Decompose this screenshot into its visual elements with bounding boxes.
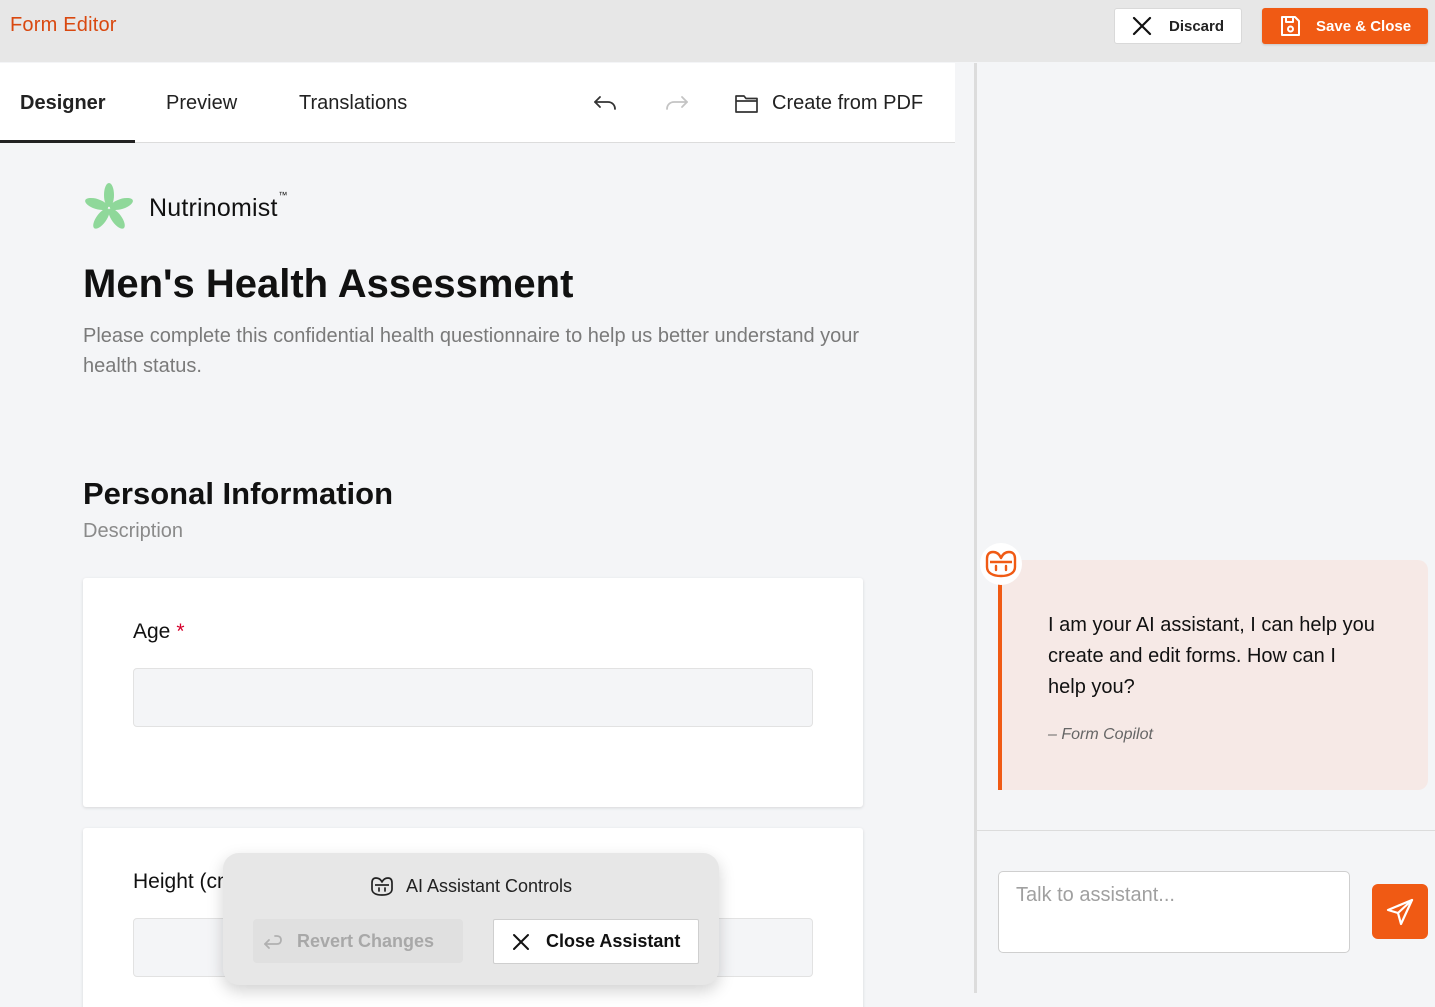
close-icon xyxy=(1132,16,1152,36)
discard-label: Discard xyxy=(1169,17,1225,35)
return-arrow-icon xyxy=(264,935,282,949)
top-bar: Form Editor Discard Save & Close xyxy=(0,0,1435,62)
editor-header: Designer Preview Translations Create fro… xyxy=(0,63,955,143)
chat-input[interactable] xyxy=(998,871,1350,953)
send-button[interactable] xyxy=(1372,884,1428,939)
age-input[interactable] xyxy=(133,668,813,727)
redo-icon[interactable] xyxy=(663,89,691,117)
save-close-button[interactable]: Save & Close xyxy=(1262,8,1428,44)
required-marker: * xyxy=(176,620,185,643)
copilot-icon xyxy=(985,550,1017,578)
leaf-logo-icon xyxy=(85,183,133,229)
ai-assistant-controls: AI Assistant Controls Revert Changes Clo… xyxy=(223,853,719,985)
save-icon xyxy=(1281,16,1300,36)
assistant-panel xyxy=(977,63,1435,1007)
question-card-age[interactable]: Age * xyxy=(83,578,863,807)
create-from-pdf-button[interactable]: Create from PDF xyxy=(734,63,923,143)
question-label-age: Age * xyxy=(133,620,185,643)
assistant-message: I am your AI assistant, I can help you c… xyxy=(998,560,1428,790)
copilot-icon xyxy=(371,877,393,896)
section-title[interactable]: Personal Information xyxy=(83,476,393,512)
form-description[interactable]: Please complete this confidential health… xyxy=(83,321,883,381)
assistant-message-author: – Form Copilot xyxy=(1048,726,1153,743)
tab-preview[interactable]: Preview xyxy=(166,63,237,143)
tab-designer[interactable]: Designer xyxy=(20,63,106,143)
folder-icon xyxy=(735,95,758,113)
close-assistant-button[interactable]: Close Assistant xyxy=(493,919,699,964)
brand-name: Nutrinomist ™ xyxy=(149,189,288,222)
assistant-message-text: I am your AI assistant, I can help you c… xyxy=(1048,614,1375,698)
send-icon xyxy=(1386,898,1414,925)
close-icon xyxy=(513,933,529,950)
app-title: Form Editor xyxy=(10,14,117,36)
revert-changes-button[interactable]: Revert Changes xyxy=(253,919,463,963)
brand-logo: Nutrinomist ™ xyxy=(83,182,288,234)
ai-controls-title: AI Assistant Controls xyxy=(223,875,719,897)
tab-translations[interactable]: Translations xyxy=(299,63,407,143)
save-close-label: Save & Close xyxy=(1316,17,1412,35)
discard-button[interactable]: Discard xyxy=(1114,8,1242,44)
chat-divider xyxy=(977,830,1435,831)
active-tab-indicator xyxy=(0,140,135,143)
section-description[interactable]: Description xyxy=(83,520,183,543)
undo-icon[interactable] xyxy=(591,89,619,117)
create-from-pdf-label: Create from PDF xyxy=(772,91,924,114)
form-title[interactable]: Men's Health Assessment xyxy=(83,262,573,307)
assistant-avatar xyxy=(980,543,1022,585)
